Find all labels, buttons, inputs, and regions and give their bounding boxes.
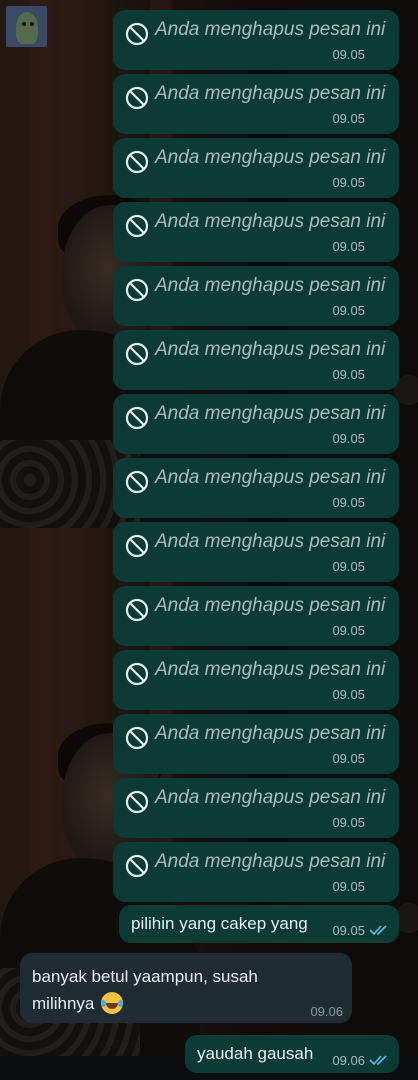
deleted-message-text: Anda menghapus pesan ini [155,851,386,872]
incoming-message[interactable]: banyak betul yaampun, susah milihnya 09.… [20,953,352,1023]
deleted-message-text: Anda menghapus pesan ini [155,403,386,424]
deleted-message-text: Anda menghapus pesan ini [155,467,386,488]
blocked-icon [125,406,149,430]
blocked-icon [125,86,149,110]
blocked-icon [125,854,149,878]
message-time: 09.05 [332,559,365,574]
contact-avatar[interactable] [6,6,47,47]
outgoing-message[interactable]: pilihin yang cakep yang 09.05 [119,905,399,943]
blocked-icon [125,598,149,622]
deleted-message[interactable]: Anda menghapus pesan ini 09.05 [113,74,399,134]
message-time: 09.05 [332,687,365,702]
deleted-message-text: Anda menghapus pesan ini [155,787,386,808]
message-time: 09.05 [332,111,365,126]
blocked-icon [125,342,149,366]
message-time: 09.05 [332,431,365,446]
message-time: 09.05 [332,923,365,938]
deleted-message[interactable]: Anda menghapus pesan ini 09.05 [113,522,399,582]
deleted-message[interactable]: Anda menghapus pesan ini 09.05 [113,394,399,454]
outgoing-message[interactable]: yaudah gausah 09.06 [185,1035,399,1073]
message-time: 09.05 [332,47,365,62]
deleted-message[interactable]: Anda menghapus pesan ini 09.05 [113,586,399,646]
deleted-message[interactable]: Anda menghapus pesan ini 09.05 [113,778,399,838]
blocked-icon [125,278,149,302]
message-time: 09.05 [332,815,365,830]
blocked-icon [125,150,149,174]
message-text: pilihin yang cakep yang [131,914,308,933]
message-time: 09.05 [332,879,365,894]
deleted-message[interactable]: Anda menghapus pesan ini 09.05 [113,714,399,774]
blocked-icon [125,726,149,750]
message-time: 09.05 [332,495,365,510]
message-time: 09.05 [332,751,365,766]
message-time: 09.05 [332,175,365,190]
deleted-message-text: Anda menghapus pesan ini [155,339,386,360]
double-check-read-icon [369,925,387,936]
message-time: 09.05 [332,239,365,254]
deleted-message-text: Anda menghapus pesan ini [155,275,386,296]
deleted-message[interactable]: Anda menghapus pesan ini 09.05 [113,842,399,902]
message-line: milihnya [32,994,95,1013]
blocked-icon [125,470,149,494]
message-text: yaudah gausah [197,1044,314,1063]
message-time: 09.05 [332,367,365,382]
deleted-message[interactable]: Anda menghapus pesan ini 09.05 [113,330,399,390]
blocked-icon [125,214,149,238]
message-time: 09.05 [332,303,365,318]
blocked-icon [125,22,149,46]
deleted-message[interactable]: Anda menghapus pesan ini 09.05 [113,266,399,326]
message-time: 09.06 [310,1004,343,1019]
message-text: banyak betul yaampun, susah milihnya [32,963,332,1017]
blocked-icon [125,662,149,686]
deleted-message[interactable]: Anda menghapus pesan ini 09.05 [113,138,399,198]
deleted-message-text: Anda menghapus pesan ini [155,595,386,616]
deleted-message-text: Anda menghapus pesan ini [155,659,386,680]
deleted-message[interactable]: Anda menghapus pesan ini 09.05 [113,10,399,70]
message-time: 09.06 [332,1053,365,1068]
blocked-icon [125,790,149,814]
deleted-message-text: Anda menghapus pesan ini [155,723,386,744]
message-line: banyak betul yaampun, susah [32,967,258,986]
deleted-message[interactable]: Anda menghapus pesan ini 09.05 [113,202,399,262]
blocked-icon [125,534,149,558]
deleted-message-text: Anda menghapus pesan ini [155,211,386,232]
deleted-message-text: Anda menghapus pesan ini [155,147,386,168]
deleted-message-text: Anda menghapus pesan ini [155,531,386,552]
deleted-message-text: Anda menghapus pesan ini [155,19,386,40]
deleted-message[interactable]: Anda menghapus pesan ini 09.05 [113,458,399,518]
deleted-message-text: Anda menghapus pesan ini [155,83,386,104]
tears-of-joy-emoji [101,992,124,1014]
message-time: 09.05 [332,623,365,638]
double-check-read-icon [369,1055,387,1066]
deleted-message[interactable]: Anda menghapus pesan ini 09.05 [113,650,399,710]
